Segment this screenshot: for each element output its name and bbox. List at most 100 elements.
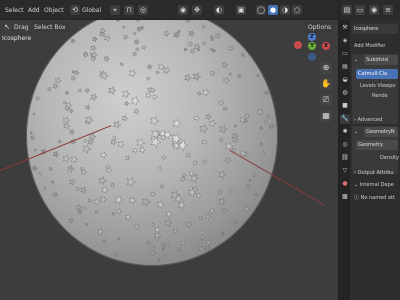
star-instance	[113, 251, 119, 258]
hand-pan-icon[interactable]: ✋	[320, 78, 332, 90]
star-instance	[205, 113, 212, 121]
outliner-menu-icon[interactable]: ≡	[383, 5, 393, 15]
star-instance	[133, 108, 140, 115]
star-instance	[125, 213, 132, 221]
render-tab-icon[interactable]: ◈	[340, 36, 350, 46]
add-modifier-button[interactable]: Add Modifier	[354, 41, 386, 51]
options-dropdown[interactable]: Options	[305, 22, 335, 33]
gizmo-neg-x[interactable]	[294, 41, 302, 49]
3d-viewport[interactable]: Select Add Object ⟲ Global ⌖ ⊓ ◎ ◉ ✥ ◐ ▣…	[0, 0, 338, 300]
modifier-tab-icon[interactable]: 🔧	[340, 114, 350, 124]
particles-tab-icon[interactable]: ✺	[340, 127, 350, 137]
star-instance	[152, 94, 159, 101]
camera-icon[interactable]: ⎚	[320, 94, 332, 106]
visibility-icon[interactable]: ◉	[178, 5, 188, 15]
material-tab-icon[interactable]: ●	[340, 179, 350, 189]
star-instance	[188, 170, 195, 178]
star-instance	[152, 244, 157, 249]
star-instance	[91, 35, 99, 43]
star-instance	[172, 118, 182, 129]
zoom-icon[interactable]: ⊕	[320, 62, 332, 74]
solid-shading-icon[interactable]: ●	[268, 5, 278, 15]
density-label: Density	[380, 155, 400, 161]
star-instance	[195, 192, 202, 199]
view-layer-tab-icon[interactable]: ▤	[340, 62, 350, 72]
proportional-edit-icon[interactable]: ◎	[138, 5, 148, 15]
tool-tab-icon[interactable]: ⚒	[340, 23, 350, 33]
snap-icon[interactable]: ⊓	[124, 5, 134, 15]
star-instance	[149, 249, 157, 257]
data-tab-icon[interactable]: ▽	[340, 166, 350, 176]
star-instance	[146, 63, 153, 70]
star-instance	[98, 176, 108, 186]
geometry-node-group-field[interactable]: Geometry	[356, 140, 398, 150]
output-tab-icon[interactable]: ▭	[340, 49, 350, 59]
output-attributes-toggle[interactable]: › Output Attribu	[354, 168, 394, 178]
star-instance	[109, 182, 116, 189]
star-instance	[264, 90, 270, 96]
geometry-nodes-modifier-name[interactable]: GeometryN	[364, 127, 398, 137]
star-instance	[154, 226, 162, 234]
gizmo-neg-z[interactable]	[308, 53, 316, 61]
star-instance	[181, 239, 187, 246]
star-instance	[196, 90, 202, 97]
gizmo-y[interactable]: Y	[308, 42, 316, 50]
pivot-icon[interactable]: ⌖	[110, 5, 120, 15]
star-instance	[67, 217, 75, 225]
star-instance	[84, 222, 89, 227]
star-instance	[184, 73, 192, 82]
cursor-tool-icon[interactable]: ↖	[2, 22, 12, 32]
outliner-collection-icon[interactable]: ▭	[355, 5, 365, 15]
navigation-gizmo[interactable]: Z Y X	[292, 33, 336, 63]
object-name-field[interactable]: Icosphere	[352, 24, 398, 34]
star-instance	[119, 61, 125, 67]
icosphere-mesh[interactable]	[26, 6, 278, 266]
star-instance	[80, 168, 88, 176]
rendered-shading-icon[interactable]: ○	[292, 5, 302, 15]
star-instance	[228, 72, 233, 77]
star-instance	[222, 106, 228, 112]
object-tab-icon[interactable]: ■	[340, 101, 350, 111]
constraints-tab-icon[interactable]: ⛓	[340, 153, 350, 163]
material-shading-icon[interactable]: ◑	[280, 5, 290, 15]
star-instance	[214, 32, 222, 40]
xray-icon[interactable]: ▣	[236, 5, 246, 15]
collapse-arrow-icon[interactable]: ⌄	[354, 55, 358, 65]
star-instance	[62, 154, 71, 163]
outliner-object-icon[interactable]: ▤	[342, 5, 352, 15]
physics-tab-icon[interactable]: ◎	[340, 140, 350, 150]
star-instance	[156, 200, 165, 210]
star-instance	[48, 166, 54, 172]
viewport-nav-buttons: ⊕ ✋ ⎚ ▦	[320, 62, 334, 126]
select-menu[interactable]: Select	[5, 5, 24, 16]
subdivision-modifier-name[interactable]: Subdivisi	[364, 55, 398, 65]
star-instance	[199, 124, 209, 134]
star-instance	[146, 240, 152, 246]
transform-orientation-icon[interactable]: ⟲	[70, 5, 80, 15]
catmull-clark-button[interactable]: Catmull-Cla	[356, 69, 398, 79]
object-menu[interactable]: Object	[44, 5, 64, 16]
star-instance	[259, 125, 264, 131]
star-instance	[251, 172, 257, 178]
wireframe-shading-icon[interactable]: ◯	[256, 5, 266, 15]
select-mode-dropdown[interactable]: Select Box	[31, 22, 69, 33]
grid-perspective-icon[interactable]: ▦	[320, 110, 332, 122]
gizmo-x[interactable]: X	[322, 42, 330, 50]
star-instance	[52, 150, 60, 158]
collapse-arrow-icon-2[interactable]: ⌄	[354, 127, 358, 137]
gizmo-z[interactable]: Z	[308, 33, 316, 41]
output-attributes-label: Output Attribu	[357, 170, 394, 176]
advanced-panel-toggle[interactable]: › Advanced	[354, 115, 382, 125]
gizmo-toggle-icon[interactable]: ✥	[192, 5, 202, 15]
outliner-camera-icon[interactable]: ◉	[369, 5, 379, 15]
orientation-dropdown[interactable]: Global	[82, 5, 101, 16]
internal-dependencies-toggle[interactable]: ⌄ Internal Depe	[354, 180, 394, 190]
add-menu[interactable]: Add	[28, 5, 40, 16]
scene-tab-icon[interactable]: ◒	[340, 75, 350, 85]
star-instance	[201, 88, 210, 97]
star-instance	[112, 120, 122, 130]
no-named-attributes-label: No named att	[360, 195, 395, 201]
texture-tab-icon[interactable]: ▩	[340, 192, 350, 202]
overlay-icon[interactable]: ◐	[214, 5, 224, 15]
world-tab-icon[interactable]: ◍	[340, 88, 350, 98]
